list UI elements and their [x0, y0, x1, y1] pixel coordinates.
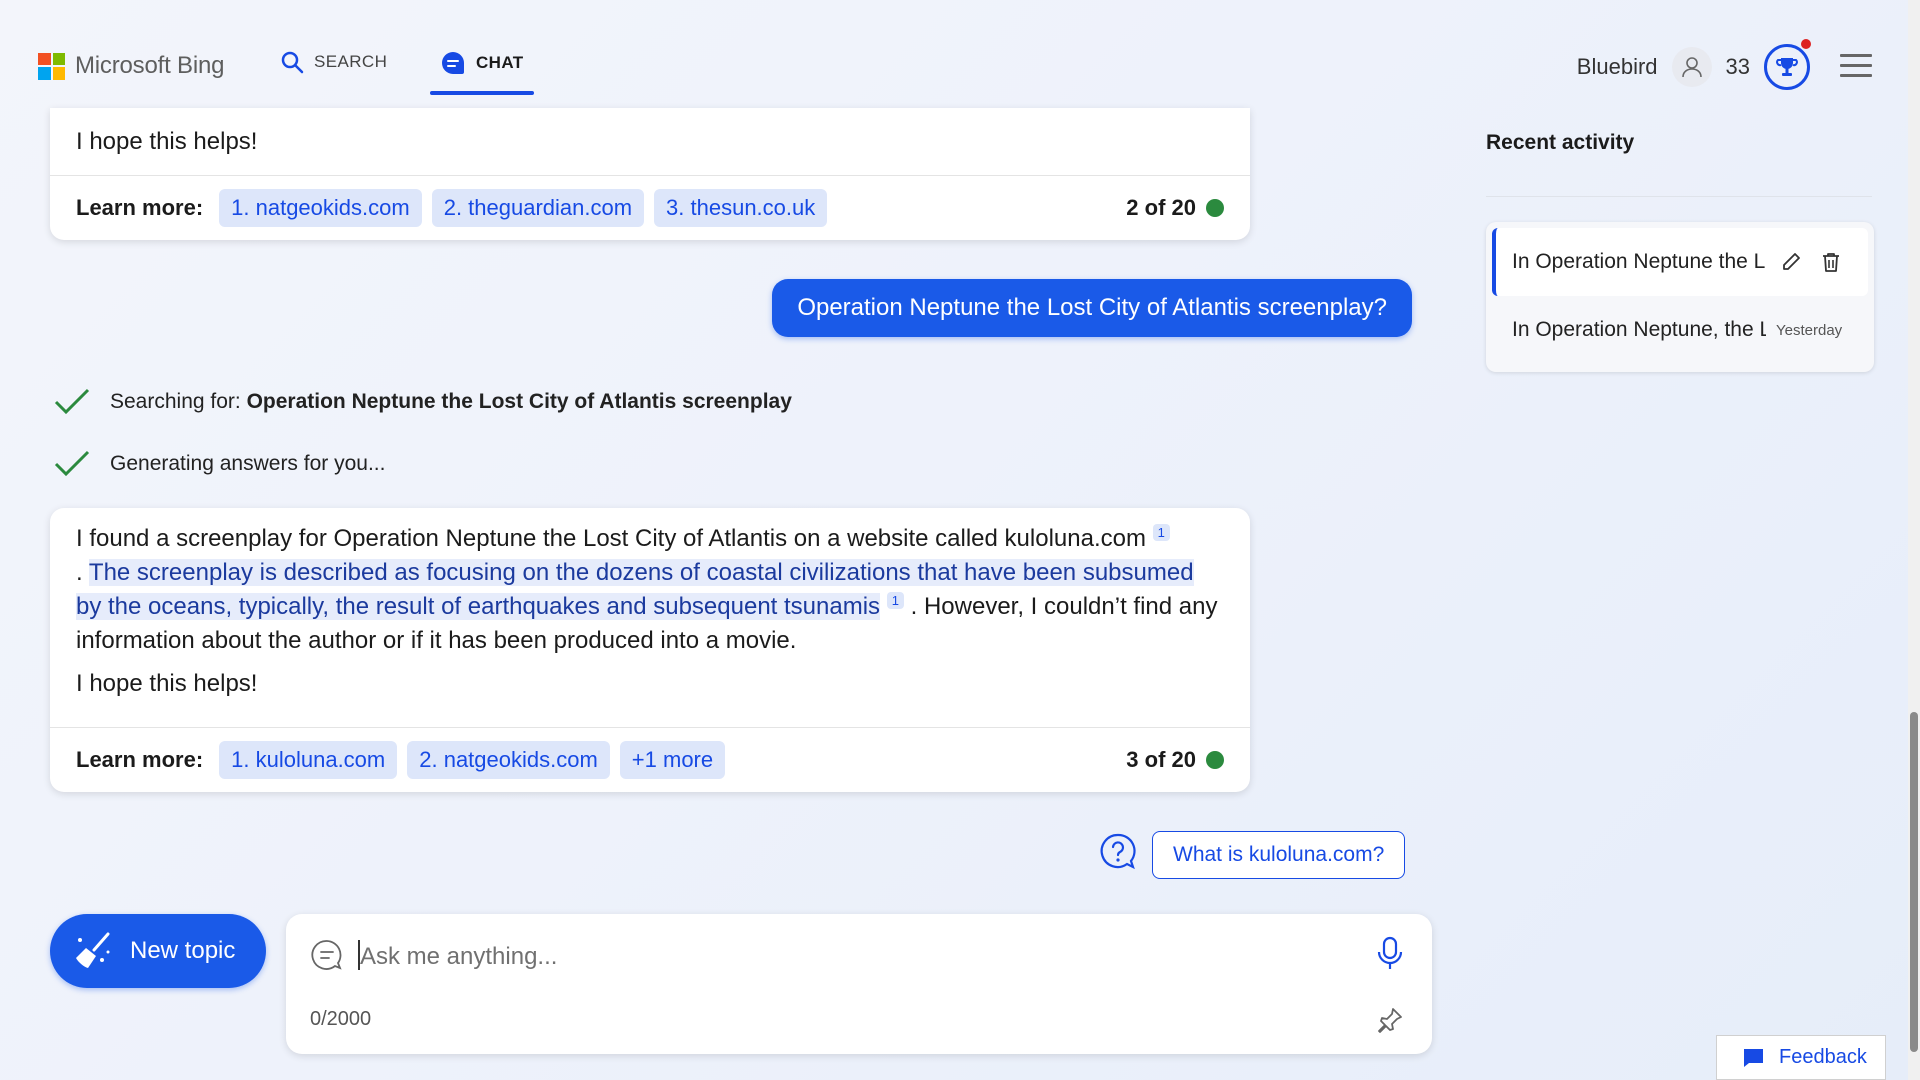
- generating-status: Generating answers for you...: [54, 450, 385, 478]
- microphone-icon[interactable]: [1376, 936, 1404, 972]
- response-counter-text: 3 of 20: [1126, 747, 1196, 772]
- generating-text: Generating answers for you...: [110, 452, 386, 475]
- learn-more-label: Learn more:: [76, 195, 204, 220]
- citation[interactable]: 1: [886, 592, 904, 609]
- source-link[interactable]: 1. kuloluna.com: [219, 741, 398, 779]
- recent-activity-item[interactable]: In Operation Neptune, the Lost City of A…: [1512, 318, 1842, 342]
- chat-input[interactable]: [358, 936, 1262, 978]
- searching-prefix: Searching for:: [110, 390, 247, 413]
- chat-composer: 0/2000: [286, 914, 1432, 1054]
- nav-search-tab[interactable]: SEARCH: [280, 50, 387, 74]
- more-sources-link[interactable]: +1 more: [619, 741, 726, 779]
- top-bar: Microsoft Bing SEARCH CHAT Bluebird 33: [0, 0, 1900, 120]
- text-cursor: [358, 940, 360, 970]
- scrollbar-thumb[interactable]: [1910, 712, 1918, 1052]
- user-message-bubble: Operation Neptune the Lost City of Atlan…: [772, 279, 1412, 337]
- response-part1: I found a screenplay for Operation Neptu…: [76, 525, 1146, 552]
- recent-activity-item[interactable]: In Operation Neptune the Lost City of At…: [1492, 228, 1868, 296]
- learn-more-label: Learn more:: [76, 747, 204, 772]
- broom-icon: [76, 932, 110, 968]
- searching-status: Searching for: Operation Neptune the Los…: [54, 388, 792, 416]
- feedback-icon: [1743, 1048, 1763, 1067]
- recent-activity-title: Recent activity: [1486, 131, 1635, 154]
- chat-bubble-icon: [442, 52, 464, 74]
- feedback-label: Feedback: [1779, 1046, 1867, 1068]
- response-text: I found a screenplay for Operation Neptu…: [50, 508, 1250, 701]
- user-name[interactable]: Bluebird: [1577, 54, 1658, 80]
- pin-icon[interactable]: [1376, 1006, 1404, 1034]
- nav-search-label: SEARCH: [314, 52, 388, 71]
- suggestion-chip[interactable]: What is kuloluna.com?: [1152, 831, 1406, 879]
- logo-text: Microsoft Bing: [75, 52, 225, 79]
- checkmark-icon: [54, 388, 90, 415]
- feedback-button[interactable]: Feedback: [1716, 1035, 1886, 1080]
- person-icon: [1681, 57, 1702, 78]
- scrollbar[interactable]: [1908, 0, 1920, 1080]
- response-closing-text: I hope this helps!: [76, 670, 258, 697]
- source-link[interactable]: 1. natgeokids.com: [219, 189, 422, 227]
- rewards-button[interactable]: [1764, 39, 1811, 90]
- divider: [1486, 196, 1872, 197]
- response-counter-text: 2 of 20: [1126, 195, 1196, 220]
- new-topic-button[interactable]: New topic: [50, 914, 266, 988]
- active-tab-indicator: [430, 91, 534, 95]
- recent-activity-panel: In Operation Neptune the Lost City of At…: [1486, 222, 1874, 372]
- recent-activity-text: In Operation Neptune, the Lost City of A…: [1512, 318, 1766, 341]
- nav-chat-tab[interactable]: CHAT: [440, 50, 524, 76]
- char-counter: 0/2000: [310, 1008, 372, 1030]
- edit-pencil-icon[interactable]: [1780, 251, 1802, 273]
- previous-closing-text: I hope this helps!: [76, 128, 258, 155]
- citation[interactable]: 1: [1152, 524, 1170, 541]
- source-link[interactable]: 2. natgeokids.com: [407, 741, 610, 779]
- response-counter: 3 of 20: [1126, 747, 1224, 773]
- bing-logo[interactable]: Microsoft Bing: [38, 52, 224, 80]
- hamburger-menu-icon[interactable]: [1840, 54, 1872, 84]
- response-part2-prefix: .: [76, 559, 89, 586]
- status-dot: [1206, 751, 1224, 769]
- notification-dot: [1801, 39, 1811, 49]
- source-link[interactable]: 2. theguardian.com: [431, 189, 645, 227]
- searching-query: Operation Neptune the Lost City of Atlan…: [246, 390, 792, 413]
- status-dot: [1206, 199, 1224, 217]
- search-icon: [281, 51, 304, 74]
- recent-activity-text: In Operation Neptune the Lost City of At…: [1512, 250, 1766, 273]
- user-area: Bluebird 33: [1577, 39, 1811, 90]
- recent-activity-date: Yesterday: [1776, 321, 1843, 339]
- nav-chat-label: CHAT: [476, 53, 524, 72]
- learn-more-bar: Learn more: 1. kuloluna.com 2. natgeokid…: [50, 727, 1250, 792]
- avatar[interactable]: [1671, 47, 1712, 87]
- rewards-points[interactable]: 33: [1726, 54, 1750, 80]
- recent-activity-actions: [1780, 251, 1842, 273]
- trash-icon[interactable]: [1820, 251, 1842, 273]
- question-bubble-icon[interactable]: [1098, 832, 1138, 872]
- source-link[interactable]: 3. thesun.co.uk: [654, 189, 828, 227]
- trophy-icon: [1776, 58, 1798, 76]
- checkmark-icon: [54, 450, 90, 477]
- new-topic-label: New topic: [130, 937, 236, 964]
- response-counter: 2 of 20: [1126, 195, 1224, 221]
- chat-outline-icon: [311, 940, 342, 970]
- microsoft-logo-icon: [38, 52, 65, 80]
- response-card: I found a screenplay for Operation Neptu…: [50, 508, 1250, 792]
- previous-response-card: I hope this helps! Learn more: 1. natgeo…: [50, 108, 1250, 240]
- learn-more-bar: Learn more: 1. natgeokids.com 2. theguar…: [50, 175, 1250, 240]
